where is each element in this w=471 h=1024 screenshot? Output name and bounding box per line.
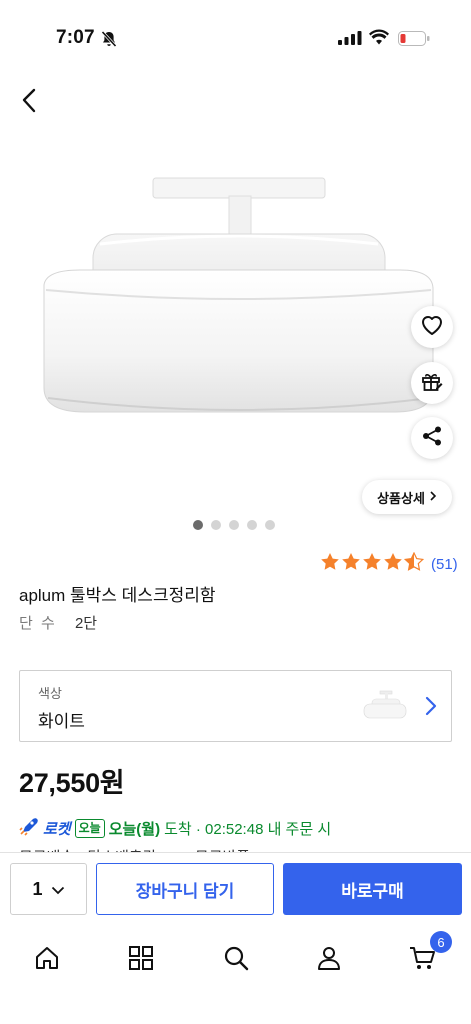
search-icon — [223, 945, 249, 976]
tab-home[interactable] — [27, 940, 67, 980]
quantity-select[interactable]: 1 — [10, 863, 87, 915]
status-time: 7:07 — [56, 27, 95, 48]
gift-icon — [420, 369, 444, 398]
star-icon — [341, 552, 361, 576]
pagination-dot[interactable] — [247, 520, 257, 530]
rating[interactable]: (51) — [320, 551, 458, 576]
battery-icon — [398, 31, 430, 51]
chevron-right-icon — [424, 695, 438, 722]
pagination-dot[interactable] — [229, 520, 239, 530]
home-icon — [34, 945, 60, 976]
pagination-dot[interactable] — [193, 520, 203, 530]
cart-count-badge: 6 — [430, 931, 452, 953]
pagination-dot[interactable] — [265, 520, 275, 530]
star-icon — [362, 552, 382, 576]
product-detail-button[interactable]: 상품상세 — [362, 480, 452, 514]
chevron-down-icon — [51, 879, 65, 900]
tab-categories[interactable] — [121, 940, 161, 980]
product-title: aplum 툴박스 데스크정리함 — [19, 586, 216, 605]
gift-button[interactable] — [411, 362, 453, 404]
color-value: 화이트 — [38, 712, 85, 731]
add-to-cart-button[interactable]: 장바구니 담기 — [96, 863, 274, 915]
product-detail-label: 상품상세 — [377, 490, 425, 506]
tab-my-account[interactable] — [309, 940, 349, 980]
bell-muted-icon — [100, 30, 118, 53]
option-key: 단 수 — [19, 615, 57, 632]
color-thumbnail — [362, 689, 408, 726]
grid-icon — [128, 945, 154, 976]
status-bar: 7:07 — [0, 0, 471, 70]
arrival-day: 오늘(월) — [108, 820, 161, 838]
star-half-icon — [403, 551, 425, 576]
wishlist-button[interactable] — [411, 306, 453, 348]
cellular-signal-icon — [338, 31, 362, 50]
share-icon — [421, 425, 443, 452]
share-button[interactable] — [411, 417, 453, 459]
person-icon — [316, 945, 342, 976]
option-row: 단 수 2단 — [19, 612, 97, 633]
chevron-left-icon — [16, 88, 44, 120]
star-icon — [383, 552, 403, 576]
rocket-icon — [19, 816, 39, 840]
heart-icon — [420, 314, 444, 341]
review-count[interactable]: (51) — [431, 556, 458, 573]
tab-search[interactable] — [216, 940, 256, 980]
star-icon — [320, 552, 340, 576]
chevron-right-icon — [429, 490, 437, 505]
arrival-detail: 도착 · 02:52:48 내 주문 시 — [164, 820, 332, 838]
color-selector[interactable]: 색상 화이트 — [19, 670, 452, 742]
option-value: 2단 — [74, 615, 98, 632]
back-button[interactable] — [16, 86, 44, 116]
gallery-pagination — [193, 520, 275, 530]
buy-now-button[interactable]: 바로구매 — [283, 863, 462, 915]
purchase-action-bar: 1 장바구니 담기 바로구매 — [0, 852, 471, 924]
rocket-delivery-label: 로켓 — [43, 820, 71, 838]
quantity-value: 1 — [32, 878, 43, 899]
color-label: 색상 — [38, 686, 62, 701]
bottom-tab-bar — [0, 924, 471, 1024]
delivery-info: 로켓 오늘 오늘(월) 도착 · 02:52:48 내 주문 시 — [19, 816, 331, 840]
today-badge: 오늘 — [74, 818, 105, 838]
product-image[interactable] — [0, 140, 471, 520]
price: 27,550원 — [19, 768, 125, 798]
wifi-icon — [369, 29, 389, 50]
pagination-dot[interactable] — [211, 520, 221, 530]
